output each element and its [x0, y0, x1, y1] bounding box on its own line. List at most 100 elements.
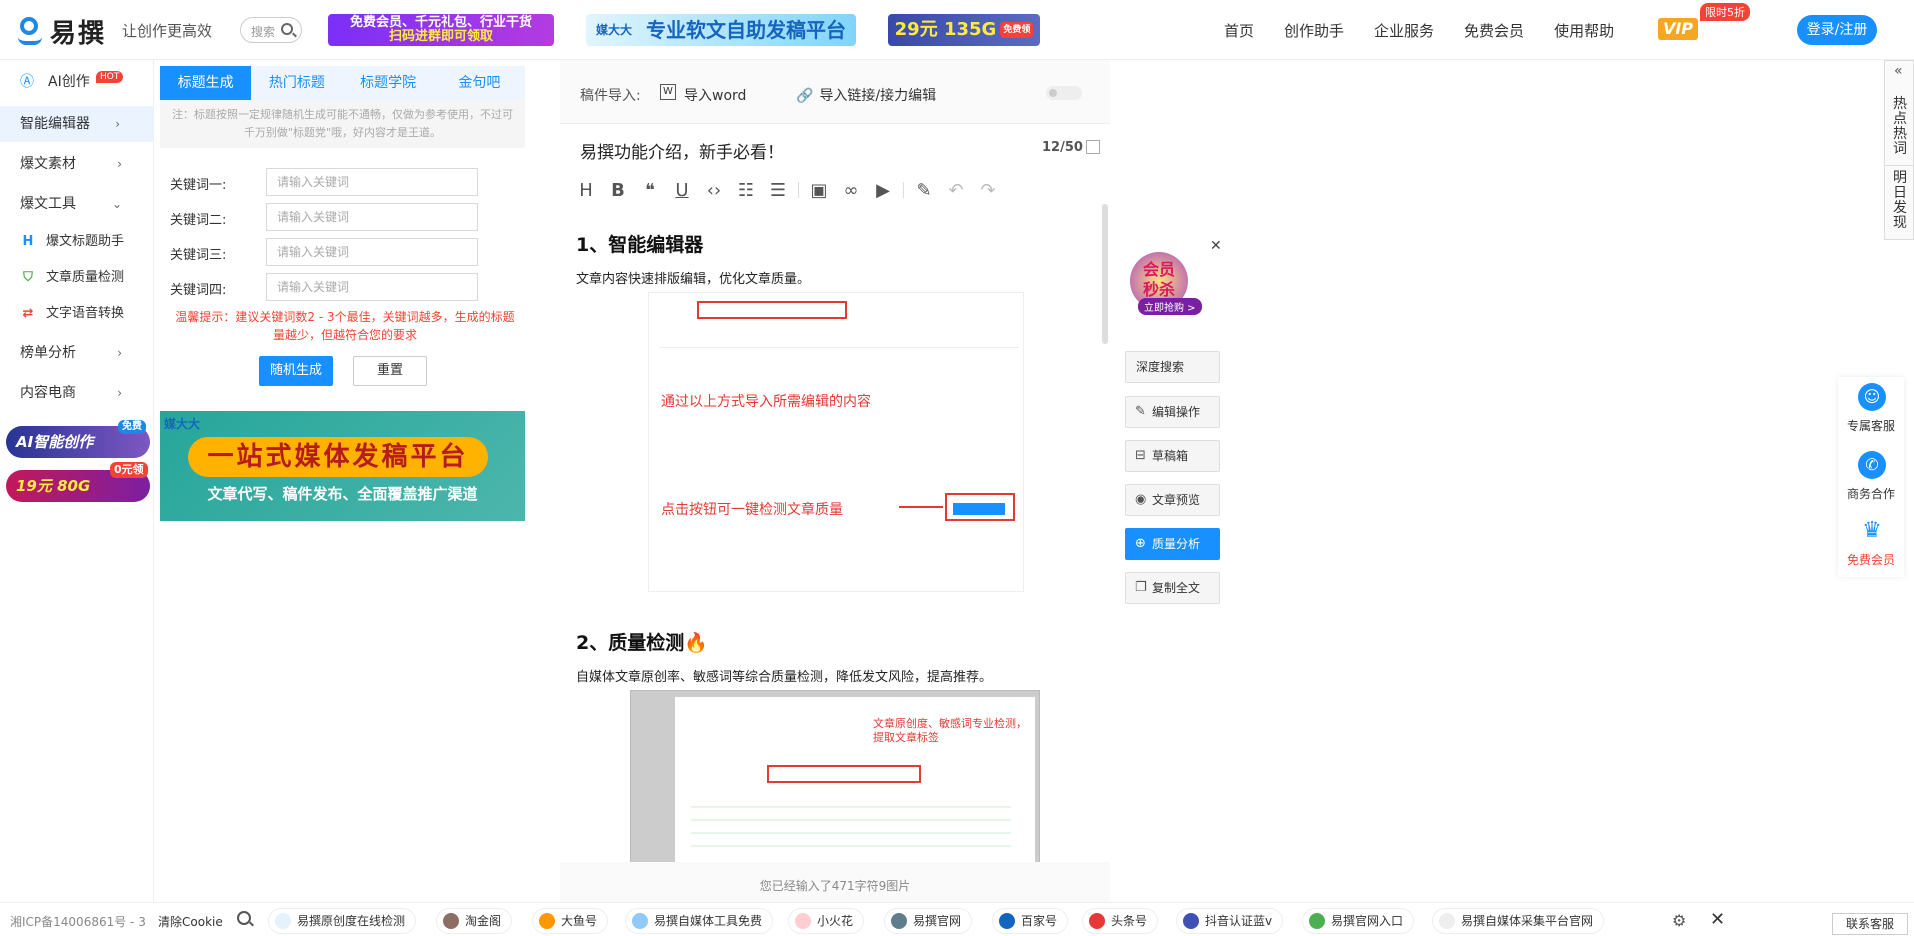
sidebar-item-editor[interactable]: 智能编辑器 › [0, 106, 154, 142]
ad-banner[interactable]: 媒大大 一站式媒体发稿平台 文章代写、稿件发布、全面覆盖推广渠道 [160, 411, 525, 521]
nav-assistant[interactable]: 创作助手 [1284, 20, 1344, 41]
footer-link[interactable]: 小火花 [788, 908, 865, 934]
redo-icon[interactable]: ↷ [972, 180, 1004, 201]
image-icon[interactable]: ▣ [803, 180, 835, 201]
code-icon[interactable]: ‹› [698, 180, 730, 201]
tab-hot-titles[interactable]: 热门标题 [251, 66, 342, 100]
undo-icon[interactable]: ↶ [940, 180, 972, 201]
bold-icon[interactable]: B [602, 180, 634, 201]
site-icon [275, 913, 291, 929]
sidebar-item-ecommerce[interactable]: 内容电商 › [0, 375, 154, 411]
copy-all-button[interactable]: ❐ 复制全文 [1125, 572, 1220, 604]
promo-banner-traffic[interactable]: 29元 135G 免费领 [888, 14, 1040, 46]
close-icon[interactable]: ✕ [1210, 238, 1222, 254]
heading-icon[interactable]: H [570, 180, 602, 201]
footer-link[interactable]: 百家号 [992, 908, 1069, 934]
keyword2-input[interactable] [266, 203, 478, 231]
copy-icon[interactable] [1086, 140, 1100, 154]
sidebar-subitem-tts[interactable]: ⇄ 文字语音转换 [20, 298, 124, 330]
sidebar-subitem-quality[interactable]: ⛉ 文章质量检测 [20, 262, 124, 294]
section-paragraph: 自媒体文章原创率、敏感词等综合质量检测，降低发文风险，提高推荐。 [576, 670, 993, 685]
nav-free-member[interactable]: 免费会员 [1464, 20, 1524, 41]
target-icon: ⊕ [1135, 536, 1146, 551]
preview-button[interactable]: ◉ 文章预览 [1125, 484, 1220, 516]
footer-link[interactable]: 易撰官网 [884, 908, 973, 934]
contact-service-button[interactable]: 联系客服 [1832, 913, 1908, 935]
deep-search-button[interactable]: 深度搜索 [1125, 351, 1220, 383]
editor-scrollbar[interactable] [1102, 204, 1108, 344]
random-generate-button[interactable]: 随机生成 [259, 356, 333, 386]
import-word-button[interactable]: 导入word [684, 85, 746, 105]
footer-link[interactable]: 大鱼号 [532, 908, 609, 934]
highlight-box [697, 301, 847, 319]
promo-banner-media[interactable]: 媒大大 专业软文自助发稿平台 [586, 14, 856, 46]
member-flash-sale[interactable]: 会员 秒杀 立即抢购 > ✕ [1124, 238, 1222, 326]
underline-icon[interactable]: U [666, 180, 698, 201]
sidebar-item-tools[interactable]: 爆文工具 ⌄ [0, 186, 154, 222]
shield-icon: ⛉ [23, 270, 33, 285]
promo-banner-gift[interactable]: 免费会员、千元礼包、行业干货 扫码进群即可领取 [328, 14, 554, 46]
hot-words-label[interactable]: 热点热词 [1893, 97, 1907, 157]
gear-icon[interactable]: ⚙ [1672, 911, 1686, 930]
footer-link[interactable]: 淘金阁 [436, 908, 513, 934]
footer-link[interactable]: 头条号 [1082, 908, 1159, 934]
link-label: 易撰官网 [913, 914, 962, 928]
video-icon[interactable]: ▶ [867, 180, 899, 201]
import-toggle[interactable] [1046, 86, 1082, 100]
nav-enterprise[interactable]: 企业服务 [1374, 20, 1434, 41]
clear-cookie-button[interactable]: 清除Cookie [158, 913, 223, 930]
ordered-list-icon[interactable]: ☷ [730, 180, 762, 201]
quality-analysis-button[interactable]: ⊕ 质量分析 [1125, 528, 1220, 560]
logo[interactable]: 易撰 [14, 13, 106, 50]
sidebar-item-ranking[interactable]: 榜单分析 › [0, 335, 154, 371]
editor-content[interactable]: 1、智能编辑器 文章内容快速排版编辑，优化文章质量。 通过以上方式导入所需编辑的… [560, 212, 1096, 862]
search-icon[interactable] [237, 911, 251, 925]
footer-link[interactable]: 易撰原创度在线检测 [268, 908, 417, 934]
buy-now-button[interactable]: 立即抢购 > [1138, 298, 1202, 315]
footer-link[interactable]: 易撰自媒体工具免费 [625, 908, 774, 934]
subitem-label: 爆文标题助手 [46, 234, 125, 249]
sidebar-item-material[interactable]: 爆文素材 › [0, 146, 154, 182]
close-icon[interactable]: ✕ [1710, 909, 1725, 930]
hot-words-tab[interactable]: « 热点热词 明日发现 [1884, 60, 1914, 240]
free-member[interactable]: ♛ 免费会员 [1838, 511, 1904, 577]
keyword3-input[interactable] [266, 238, 478, 266]
collapse-icon[interactable]: « [1894, 63, 1903, 79]
footer-link[interactable]: 易撰自媒体采集平台官网 [1432, 908, 1605, 934]
keyword1-input[interactable] [266, 168, 478, 196]
footer-link[interactable]: 易撰官网入口 [1302, 908, 1415, 934]
sidebar-subitem-title-helper[interactable]: H 爆文标题助手 [20, 226, 124, 258]
article-title[interactable]: 易撰功能介绍，新手必看！ [580, 138, 784, 163]
link-icon[interactable]: ∞ [835, 180, 867, 201]
keyword4-input[interactable] [266, 273, 478, 301]
reset-button[interactable]: 重置 [353, 356, 427, 386]
nav-help[interactable]: 使用帮助 [1554, 20, 1614, 41]
edit-operations-button[interactable]: ✎ 编辑操作 [1125, 396, 1220, 428]
business-cooperation[interactable]: ✆ 商务合作 [1838, 445, 1904, 511]
tab-title-academy[interactable]: 标题学院 [343, 66, 434, 100]
exclusive-service[interactable]: ☺ 专属客服 [1838, 377, 1904, 443]
vip-button[interactable]: VIP [1658, 18, 1698, 40]
footer-link[interactable]: 抖音认证蓝v [1176, 908, 1284, 934]
search-icon[interactable] [281, 23, 293, 35]
tab-title-generate[interactable]: 标题生成 [160, 66, 252, 100]
site-icon [1089, 913, 1105, 929]
icp-text[interactable]: 湘ICP备14006861号 - 3 [10, 913, 146, 930]
tomorrow-discover-label[interactable]: 明日发现 [1893, 171, 1907, 231]
login-button[interactable]: 登录/注册 [1797, 15, 1877, 45]
edit-icon: ✎ [1135, 404, 1146, 419]
nav-home[interactable]: 首页 [1224, 20, 1254, 41]
tab-golden-quotes[interactable]: 金句吧 [434, 66, 525, 100]
subitem-label: 文章质量检测 [46, 270, 125, 285]
eye-icon: ◉ [1135, 492, 1147, 507]
import-link-button[interactable]: 🔗 导入链接/接力编辑 [796, 85, 936, 105]
bullet-list-icon[interactable]: ☰ [762, 180, 794, 201]
quote-icon[interactable]: ❝ [634, 180, 666, 201]
drafts-button[interactable]: ⊟ 草稿箱 [1125, 440, 1220, 472]
search-box[interactable]: 搜索 [240, 17, 302, 43]
clear-format-icon[interactable]: ✎ [908, 180, 940, 201]
banner2-logo: 媒大大 [595, 23, 632, 37]
sidebar-item-ai[interactable]: Ⓐ AI创作 HOT [0, 64, 154, 100]
promo-traffic[interactable]: 19元 80G 0元领 [6, 462, 150, 502]
promo-ai-writing[interactable]: AI智能创作 免费 [6, 420, 150, 458]
